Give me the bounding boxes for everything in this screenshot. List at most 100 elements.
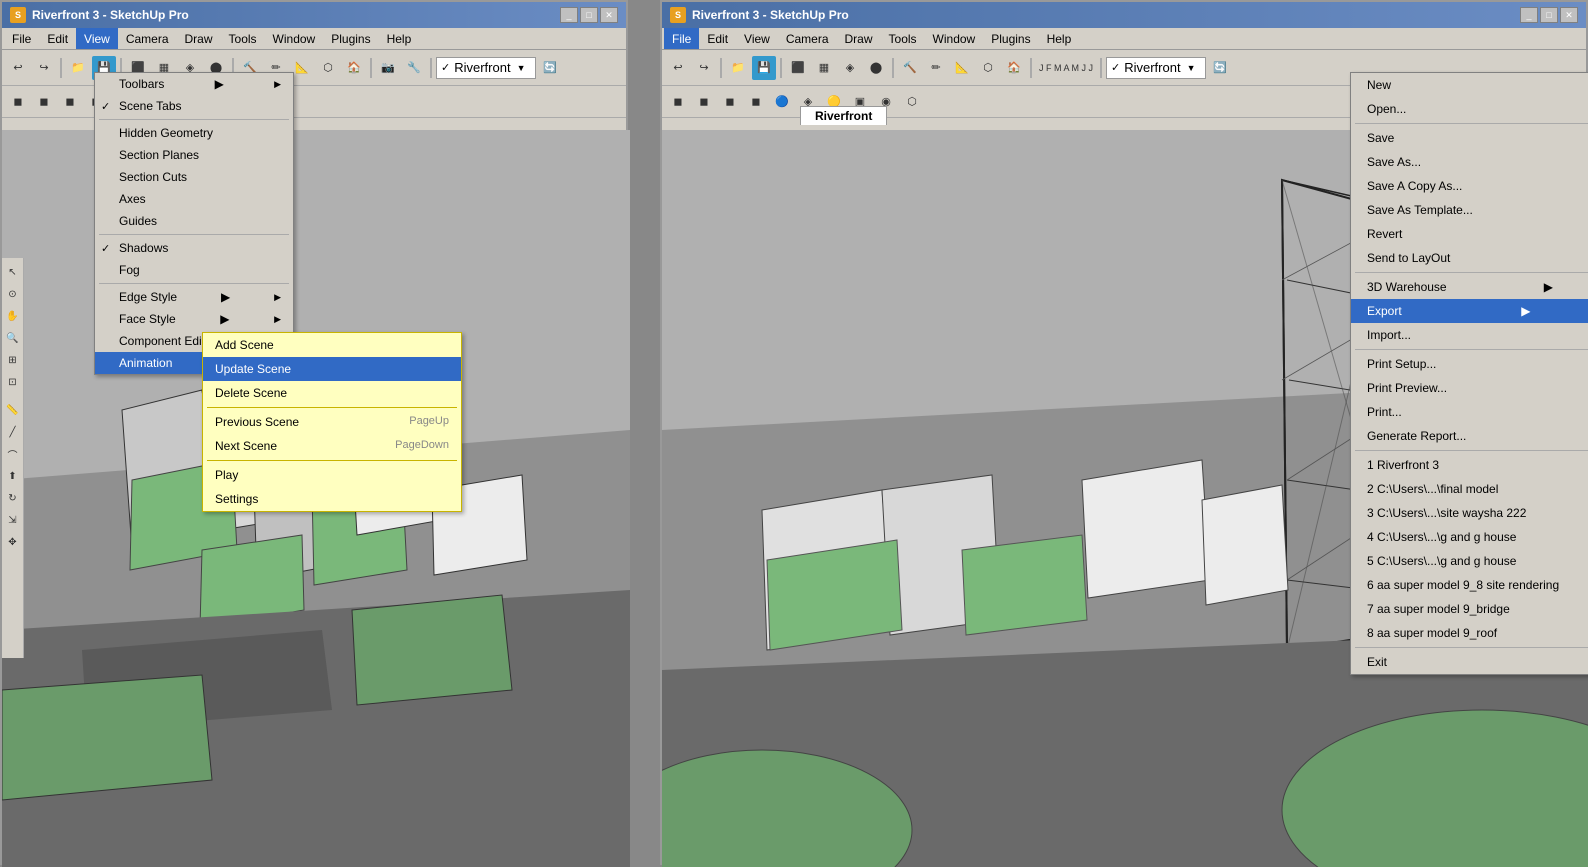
tb-open[interactable]: 📁 (66, 56, 90, 80)
r-tb-open[interactable]: 📁 (726, 56, 750, 80)
anim-next-scene[interactable]: Next Scene PageDown (203, 434, 461, 458)
anim-delete-scene[interactable]: Delete Scene (203, 381, 461, 405)
file-revert[interactable]: Revert (1351, 222, 1588, 246)
tool-zoomwin[interactable]: ⊡ (3, 372, 23, 392)
left-menu-view[interactable]: View (76, 28, 118, 49)
left-menu-edit[interactable]: Edit (39, 28, 76, 49)
left-menu-tools[interactable]: Tools (221, 28, 265, 49)
view-menu-toolbars[interactable]: Toolbars ▶ (95, 73, 293, 95)
right-menu-tools[interactable]: Tools (881, 28, 925, 49)
file-print-preview[interactable]: Print Preview... (1351, 376, 1588, 400)
tb-d1[interactable]: 📷 (376, 56, 400, 80)
file-recent-3[interactable]: 3 C:\Users\...\site waysha 222 (1351, 501, 1588, 525)
anim-update-scene[interactable]: Update Scene (203, 357, 461, 381)
right-menu-help[interactable]: Help (1039, 28, 1080, 49)
file-recent-4[interactable]: 4 C:\Users\...\g and g house (1351, 525, 1588, 549)
file-export[interactable]: Export ▶ (1351, 299, 1588, 323)
r-tb-c3[interactable]: 📐 (950, 56, 974, 80)
right-menu-camera[interactable]: Camera (778, 28, 837, 49)
anim-play[interactable]: Play (203, 463, 461, 487)
file-recent-6[interactable]: 6 aa super model 9_8 site rendering (1351, 573, 1588, 597)
right-menu-draw[interactable]: Draw (837, 28, 881, 49)
right-menu-window[interactable]: Window (925, 28, 984, 49)
file-save-template[interactable]: Save As Template... (1351, 198, 1588, 222)
tool-zoom[interactable]: 🔍 (3, 328, 23, 348)
anim-prev-scene[interactable]: Previous Scene PageUp (203, 410, 461, 434)
right-window-controls[interactable]: _ □ ✕ (1520, 7, 1578, 23)
tb-redo[interactable]: ↪ (32, 56, 56, 80)
view-menu-scene-tabs[interactable]: Scene Tabs (95, 95, 293, 117)
right-scene-selector[interactable]: ✓ Riverfront ▼ (1106, 57, 1206, 79)
right-menu-plugins[interactable]: Plugins (983, 28, 1038, 49)
r-tb-b4[interactable]: ⬤ (864, 56, 888, 80)
r-tb-e1[interactable]: 🔄 (1208, 56, 1232, 80)
file-exit[interactable]: Exit (1351, 650, 1588, 674)
tool-push[interactable]: ⬆ (3, 466, 23, 486)
left-menu-help[interactable]: Help (379, 28, 420, 49)
view-menu-section-cuts[interactable]: Section Cuts (95, 166, 293, 188)
tool-select[interactable]: ↖ (3, 262, 23, 282)
view-menu-guides[interactable]: Guides (95, 210, 293, 232)
tb-e1[interactable]: 🔄 (538, 56, 562, 80)
left-scene-selector[interactable]: ✓ Riverfront ▼ (436, 57, 536, 79)
anim-settings[interactable]: Settings (203, 487, 461, 511)
left-menu-draw[interactable]: Draw (177, 28, 221, 49)
r-tb-c5[interactable]: 🏠 (1002, 56, 1026, 80)
tb-c4[interactable]: ⬡ (316, 56, 340, 80)
right-maximize-btn[interactable]: □ (1540, 7, 1558, 23)
tool-orbit[interactable]: ⊙ (3, 284, 23, 304)
left-menu-camera[interactable]: Camera (118, 28, 177, 49)
close-btn[interactable]: ✕ (600, 7, 618, 23)
tool-arc[interactable]: ⌒ (3, 444, 23, 464)
r-tb-c1[interactable]: 🔨 (898, 56, 922, 80)
minimize-btn[interactable]: _ (560, 7, 578, 23)
file-send-layout[interactable]: Send to LayOut (1351, 246, 1588, 270)
r-tb-c2[interactable]: ✏ (924, 56, 948, 80)
tb-d2[interactable]: 🔧 (402, 56, 426, 80)
r-scene-dropdown-arrow[interactable]: ▼ (1187, 63, 1196, 73)
file-save-as[interactable]: Save As... (1351, 150, 1588, 174)
file-print[interactable]: Print... Ctrl+P (1351, 400, 1588, 424)
file-new[interactable]: New Ctrl+N (1351, 73, 1588, 97)
r-tb2-a10[interactable]: ⬡ (900, 90, 924, 114)
right-menu-view[interactable]: View (736, 28, 778, 49)
view-menu-section-planes[interactable]: Section Planes (95, 144, 293, 166)
file-recent-8[interactable]: 8 aa super model 9_roof (1351, 621, 1588, 645)
view-menu-axes[interactable]: Axes (95, 188, 293, 210)
scene-dropdown-arrow[interactable]: ▼ (517, 63, 526, 73)
left-menu-plugins[interactable]: Plugins (323, 28, 378, 49)
right-menu-file[interactable]: File (664, 28, 699, 49)
tool-zoomext[interactable]: ⊞ (3, 350, 23, 370)
anim-add-scene[interactable]: Add Scene (203, 333, 461, 357)
r-tb-redo[interactable]: ↪ (692, 56, 716, 80)
right-scene-tab-active[interactable]: Riverfront (800, 106, 887, 125)
left-menu-window[interactable]: Window (265, 28, 324, 49)
file-recent-7[interactable]: 7 aa super model 9_bridge (1351, 597, 1588, 621)
view-menu-edge-style[interactable]: Edge Style ▶ (95, 286, 293, 308)
r-tb-c4[interactable]: ⬡ (976, 56, 1000, 80)
tool-line[interactable]: ╱ (3, 422, 23, 442)
maximize-btn[interactable]: □ (580, 7, 598, 23)
tool-scale[interactable]: ⇲ (3, 510, 23, 530)
file-save-copy[interactable]: Save A Copy As... (1351, 174, 1588, 198)
r-tb-cal[interactable]: J F M A M J J (1036, 56, 1096, 80)
view-menu-shadows[interactable]: Shadows (95, 237, 293, 259)
file-recent-5[interactable]: 5 C:\Users\...\g and g house (1351, 549, 1588, 573)
file-open[interactable]: Open... Ctrl+O (1351, 97, 1588, 121)
file-recent-1[interactable]: 1 Riverfront 3 (1351, 453, 1588, 477)
file-recent-2[interactable]: 2 C:\Users\...\final model (1351, 477, 1588, 501)
right-menu-edit[interactable]: Edit (699, 28, 736, 49)
r-tb-b3[interactable]: ◈ (838, 56, 862, 80)
r-tb-save[interactable]: 💾 (752, 56, 776, 80)
tb-undo[interactable]: ↩ (6, 56, 30, 80)
tb-c5[interactable]: 🏠 (342, 56, 366, 80)
view-menu-face-style[interactable]: Face Style ▶ (95, 308, 293, 330)
r-tb-undo[interactable]: ↩ (666, 56, 690, 80)
left-menu-file[interactable]: File (4, 28, 39, 49)
right-minimize-btn[interactable]: _ (1520, 7, 1538, 23)
view-menu-fog[interactable]: Fog (95, 259, 293, 281)
tool-pan[interactable]: ✋ (3, 306, 23, 326)
tool-move[interactable]: ✥ (3, 532, 23, 552)
file-print-setup[interactable]: Print Setup... (1351, 352, 1588, 376)
r-tb-b1[interactable]: ⬛ (786, 56, 810, 80)
